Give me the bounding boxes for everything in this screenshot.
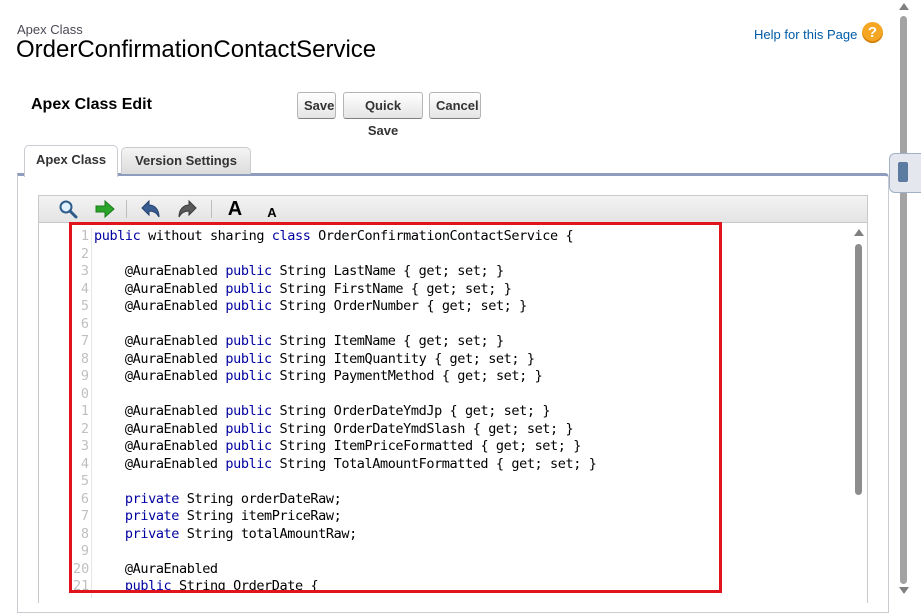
- undo-icon[interactable]: [139, 197, 163, 221]
- decrease-font-icon[interactable]: A: [260, 200, 284, 224]
- line-number: 0: [80, 385, 89, 402]
- line-number: 5: [80, 298, 89, 314]
- page-scrollbar[interactable]: [898, 0, 910, 596]
- code-line: public without sharing class OrderConfir…: [94, 228, 574, 244]
- line-number: 8: [80, 350, 89, 367]
- line-number: 7: [80, 508, 89, 524]
- help-link[interactable]: Help for this Page: [754, 27, 857, 42]
- side-panel-toggle[interactable]: [889, 153, 921, 193]
- code-line: private String orderDateRaw;: [124, 490, 342, 507]
- quick-save-button[interactable]: Quick Save: [343, 92, 423, 138]
- line-number-gutter: 1 2 3 4 5 6 7 8 9 0 1 2 3 4 5 6 7 8 9 20 21: [73, 228, 89, 596]
- code-line: private String totalAmountRaw;: [124, 525, 357, 542]
- code-line: @AuraEnabled public String ItemName { ge…: [124, 333, 504, 349]
- line-number: 2: [80, 245, 89, 262]
- line-number: 4: [80, 280, 89, 297]
- line-number: 9: [80, 368, 89, 384]
- code-line: @AuraEnabled: [124, 560, 218, 577]
- search-icon[interactable]: [56, 197, 80, 221]
- code-line: public String OrderDate {: [124, 578, 319, 594]
- code-scrollbar[interactable]: [853, 229, 865, 589]
- line-number: 3: [80, 438, 89, 454]
- code-line: @AuraEnabled public String PaymentMethod…: [124, 368, 543, 384]
- code-line: @AuraEnabled public String OrderDateYmdJ…: [124, 403, 551, 419]
- line-number: 6: [80, 315, 89, 332]
- line-number: 5: [80, 473, 89, 489]
- code-content[interactable]: public without sharing class OrderConfir…: [94, 228, 597, 596]
- line-number: 3: [80, 263, 89, 279]
- scroll-thumb[interactable]: [855, 244, 862, 495]
- code-line: @AuraEnabled public String ItemPriceForm…: [124, 438, 581, 454]
- page-title: OrderConfirmationContactService: [16, 36, 377, 63]
- line-number: 4: [80, 455, 89, 472]
- go-to-line-icon[interactable]: [93, 197, 117, 221]
- line-number: 1: [80, 228, 89, 244]
- code-line: @AuraEnabled public String OrderDateYmdS…: [124, 420, 574, 437]
- line-number: 8: [80, 525, 89, 542]
- redo-icon[interactable]: [175, 197, 199, 221]
- line-number: 1: [80, 403, 89, 419]
- code-line: private String itemPriceRaw;: [124, 508, 342, 524]
- tab-apex-class[interactable]: Apex Class: [24, 145, 118, 177]
- help-icon[interactable]: ?: [862, 22, 883, 43]
- code-line: @AuraEnabled public String ItemQuantity …: [124, 350, 535, 367]
- line-number: 9: [80, 543, 89, 559]
- code-line: @AuraEnabled public String FirstName { g…: [124, 280, 512, 297]
- editor-toolbar: A A: [38, 195, 868, 223]
- increase-font-icon[interactable]: A: [223, 197, 247, 221]
- line-number: 2: [80, 420, 89, 437]
- cancel-button[interactable]: Cancel: [429, 92, 481, 119]
- section-title: Apex Class Edit: [31, 96, 152, 113]
- scroll-thumb[interactable]: [900, 16, 907, 584]
- tab-version-settings[interactable]: Version Settings: [121, 147, 251, 174]
- line-number: 21: [73, 578, 90, 594]
- scroll-down-icon[interactable]: [899, 587, 909, 594]
- scroll-up-icon[interactable]: [899, 3, 909, 10]
- code-line: @AuraEnabled public String TotalAmountFo…: [124, 455, 597, 472]
- line-number: 6: [80, 490, 89, 507]
- breadcrumb: Apex Class: [17, 22, 83, 37]
- code-line: @AuraEnabled public String OrderNumber {…: [124, 298, 527, 314]
- scroll-up-icon[interactable]: [854, 229, 864, 236]
- code-line: @AuraEnabled public String LastName { ge…: [124, 263, 504, 279]
- line-number: 20: [73, 560, 90, 577]
- save-button[interactable]: Save: [297, 92, 336, 119]
- line-number: 7: [80, 333, 89, 349]
